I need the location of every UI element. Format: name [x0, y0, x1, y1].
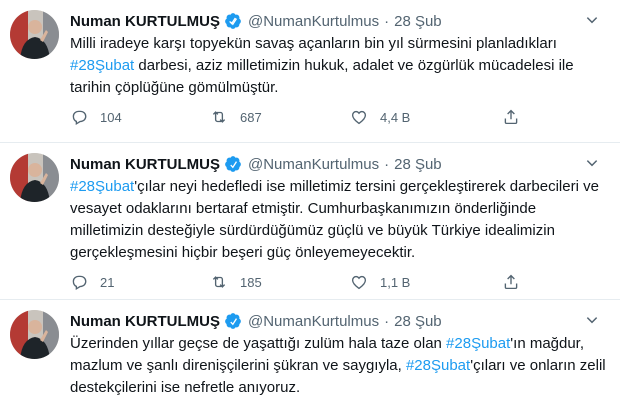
reply-button[interactable]: 104 [70, 108, 210, 126]
author-handle[interactable]: @NumanKurtulmus [248, 156, 379, 173]
text-segment: Milli iradeye karşı topyekün savaş açanl… [70, 35, 557, 52]
tweet-text: Milli iradeye karşı topyekün savaş açanl… [70, 33, 606, 99]
tweet-feed: Numan KURTULMUŞ @NumanKurtulmus · 28 Şub… [0, 0, 620, 401]
more-options-icon[interactable] [578, 10, 606, 32]
action-bar: 21 185 1,1 B [70, 271, 606, 293]
retweet-button[interactable]: 185 [210, 273, 350, 291]
hashtag-link[interactable]: #28Şubat [406, 357, 470, 374]
tweet-header: Numan KURTULMUŞ @NumanKurtulmus · 28 Şub [70, 153, 606, 175]
text-segment: darbesi, aziz milletimizin hukuk, adalet… [70, 57, 574, 96]
retweet-button[interactable]: 687 [210, 108, 350, 126]
like-icon [351, 275, 367, 290]
text-segment: 'çılar neyi hedefledi ise milletimiz ter… [70, 178, 599, 261]
author-handle[interactable]: @NumanKurtulmus [248, 13, 379, 30]
retweet-count: 687 [240, 109, 262, 125]
like-button[interactable]: 4,4 B [350, 108, 490, 126]
separator-dot: · [384, 155, 390, 173]
text-segment: Üzerinden yıllar geçse de yaşattığı zulü… [70, 335, 447, 352]
tweet[interactable]: Numan KURTULMUŞ @NumanKurtulmus · 28 Şub… [0, 0, 620, 143]
author-name[interactable]: Numan KURTULMUŞ [70, 156, 220, 173]
more-options-icon[interactable] [578, 310, 606, 332]
like-count: 1,1 B [380, 274, 411, 290]
share-button[interactable] [502, 108, 532, 126]
tweet-text: Üzerinden yıllar geçse de yaşattığı zulü… [70, 333, 606, 399]
avatar[interactable] [10, 310, 59, 359]
reply-count: 104 [100, 109, 122, 125]
reply-count: 21 [100, 274, 115, 290]
hashtag-link[interactable]: #28Şubat [70, 57, 134, 74]
tweet[interactable]: Numan KURTULMUŞ @NumanKurtulmus · 28 Şub… [0, 300, 620, 401]
like-icon [351, 110, 367, 125]
tweet[interactable]: Numan KURTULMUŞ @NumanKurtulmus · 28 Şub… [0, 143, 620, 300]
verified-badge-icon [224, 12, 242, 30]
tweet-date[interactable]: 28 Şub [394, 313, 442, 330]
avatar[interactable] [10, 10, 59, 59]
share-icon [504, 274, 518, 290]
reply-button[interactable]: 21 [70, 273, 210, 291]
hashtag-link[interactable]: #28Şubat [70, 178, 134, 195]
hashtag-link[interactable]: #28Şubat [446, 335, 510, 352]
tweet-header: Numan KURTULMUŞ @NumanKurtulmus · 28 Şub [70, 310, 606, 332]
reply-icon [72, 275, 87, 291]
retweet-count: 185 [240, 274, 262, 290]
verified-badge-icon [224, 312, 242, 330]
more-options-icon[interactable] [578, 153, 606, 175]
reply-icon [72, 110, 87, 126]
retweet-icon [212, 276, 226, 288]
tweet-date[interactable]: 28 Şub [394, 13, 442, 30]
tweet-date[interactable]: 28 Şub [394, 156, 442, 173]
separator-dot: · [384, 12, 390, 30]
verified-badge-icon [224, 155, 242, 173]
share-icon [504, 109, 518, 125]
author-name[interactable]: Numan KURTULMUŞ [70, 13, 220, 30]
action-bar: 104 687 4,4 B [70, 106, 606, 128]
separator-dot: · [384, 312, 390, 330]
like-count: 4,4 B [380, 109, 411, 125]
tweet-text: #28Şubat'çılar neyi hedefledi ise millet… [70, 176, 606, 264]
share-button[interactable] [502, 273, 532, 291]
retweet-icon [212, 111, 226, 123]
tweet-header: Numan KURTULMUŞ @NumanKurtulmus · 28 Şub [70, 10, 606, 32]
like-button[interactable]: 1,1 B [350, 273, 490, 291]
avatar[interactable] [10, 153, 59, 202]
author-handle[interactable]: @NumanKurtulmus [248, 313, 379, 330]
author-name[interactable]: Numan KURTULMUŞ [70, 313, 220, 330]
